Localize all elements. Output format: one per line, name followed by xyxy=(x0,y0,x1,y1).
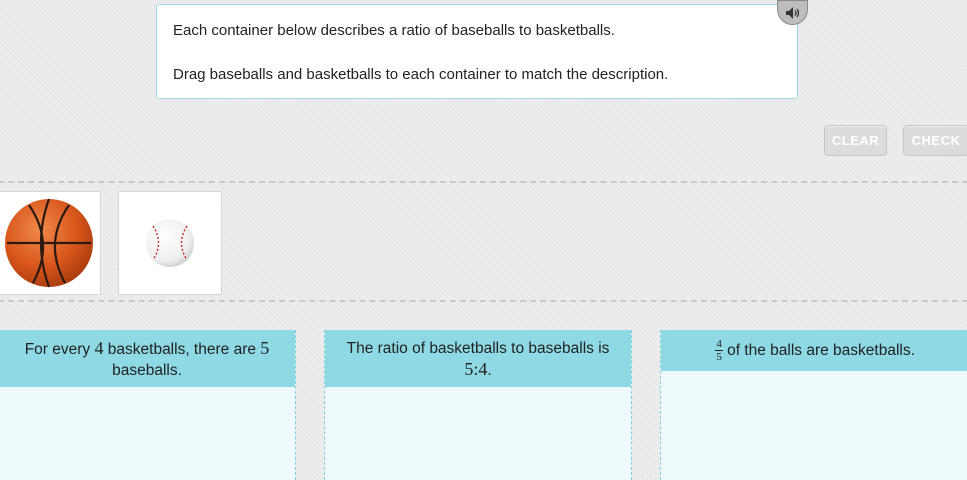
container-bin-3[interactable]: 4 5 of the balls are basketballs. xyxy=(660,330,967,480)
audio-button[interactable] xyxy=(777,0,808,25)
baseball-icon xyxy=(146,219,194,267)
bin-3-description: 4 5 of the balls are basketballs. xyxy=(661,330,967,371)
instruction-line-2: Drag baseballs and basketballs to each c… xyxy=(173,66,669,83)
fraction: 4 5 xyxy=(715,338,724,363)
container-bin-1[interactable]: For every 4 basketballs, there are 5 bas… xyxy=(0,330,296,480)
clear-button[interactable]: CLEAR xyxy=(824,125,887,156)
check-button[interactable]: CHECK xyxy=(903,125,967,156)
bin-2-description: The ratio of basketballs to baseballs is… xyxy=(325,330,631,387)
basketball-icon xyxy=(5,198,93,288)
bin-1-description: For every 4 basketballs, there are 5 bas… xyxy=(0,330,295,387)
basketball-tile[interactable] xyxy=(0,191,101,295)
instructions-panel: Each container below describes a ratio o… xyxy=(156,4,798,99)
speaker-icon xyxy=(785,6,799,19)
container-bin-2[interactable]: The ratio of basketballs to baseballs is… xyxy=(324,330,632,480)
instruction-line-1: Each container below describes a ratio o… xyxy=(173,22,615,39)
baseball-tile[interactable] xyxy=(118,191,222,295)
